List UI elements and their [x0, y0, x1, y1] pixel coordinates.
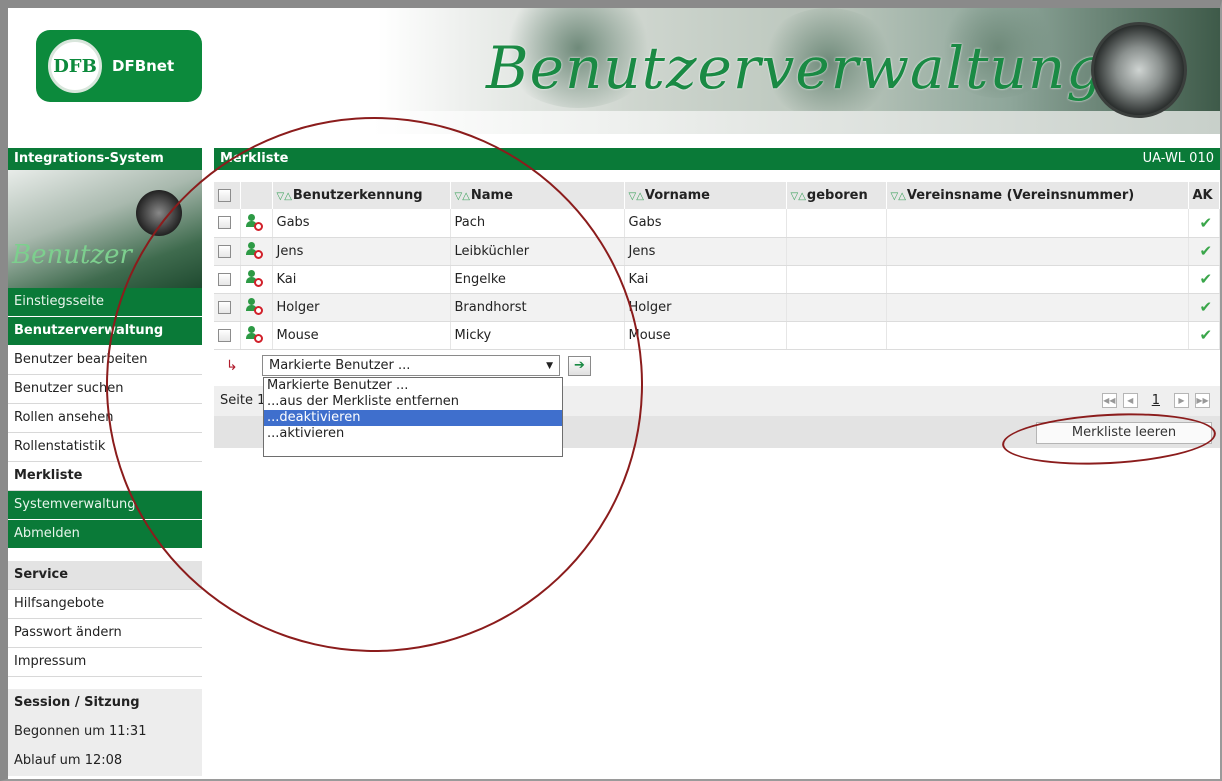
prev-page-icon[interactable]: ◀: [1122, 393, 1138, 408]
session-started: Begonnen um 11:31: [8, 718, 202, 747]
header-band: [8, 111, 1220, 134]
sort-icon[interactable]: ▽△: [791, 191, 806, 202]
cell-vorname: Kai: [624, 265, 787, 294]
session-expires: Ablauf um 12:08: [8, 747, 202, 776]
session-box: Session / Sitzung Begonnen um 11:31 Abla…: [8, 689, 202, 776]
cell-geboren: [786, 209, 887, 238]
session-heading: Session / Sitzung: [8, 689, 202, 718]
cell-verein: [886, 237, 1189, 266]
dfbnet-logo[interactable]: DFB DFBnet: [36, 30, 202, 102]
check-icon: ✔: [1199, 326, 1213, 344]
first-page-icon[interactable]: ◀◀: [1101, 393, 1117, 408]
logo-text: DFBnet: [112, 57, 175, 75]
page-code: UA-WL 010: [1142, 151, 1214, 166]
page-header: DFB DFBnet Benutzerverwaltung: [8, 8, 1220, 134]
sidebar-item-passwort-aendern[interactable]: Passwort ändern: [8, 619, 202, 648]
cell-verein: [886, 209, 1189, 238]
sidebar-photo-text: Benutzer: [12, 240, 132, 270]
cell-verein: [886, 265, 1189, 294]
check-icon: ✔: [1199, 298, 1213, 316]
cell-geboren: [786, 293, 887, 322]
col-header-geboren[interactable]: ▽△geboren: [786, 182, 887, 209]
cell-vorname: Jens: [624, 237, 787, 266]
last-page-icon[interactable]: ▶▶: [1195, 393, 1210, 408]
sort-icon[interactable]: ▽△: [891, 191, 906, 202]
cell-vorname: Mouse: [624, 321, 787, 350]
sidebar-heading: Integrations-System: [8, 148, 202, 170]
sidebar-item-impressum[interactable]: Impressum: [8, 648, 202, 677]
cell-verein: [886, 293, 1189, 322]
cell-verein: [886, 321, 1189, 350]
sort-icon[interactable]: ▽△: [629, 191, 644, 202]
safe-dial-icon: [1091, 22, 1187, 118]
page-number-link[interactable]: 1: [1152, 393, 1160, 408]
col-header-vorname[interactable]: ▽△Vorname: [624, 182, 787, 209]
col-header-ak[interactable]: AK: [1188, 182, 1220, 209]
cell-geboren: [786, 265, 887, 294]
dfb-emblem-icon: DFB: [48, 39, 102, 93]
check-icon: ✔: [1199, 242, 1213, 260]
page-banner-title: Benutzerverwaltung: [486, 34, 1105, 102]
sidebar-item-hilfsangebote[interactable]: Hilfsangebote: [8, 590, 202, 619]
check-icon: ✔: [1199, 270, 1213, 288]
col-header-vereinsname[interactable]: ▽△Vereinsname (Vereinsnummer): [886, 182, 1189, 209]
cell-vorname: Holger: [624, 293, 787, 322]
check-icon: ✔: [1199, 213, 1213, 232]
next-page-icon[interactable]: ▶: [1174, 393, 1189, 408]
cell-vorname: Gabs: [624, 209, 787, 238]
service-heading: Service: [8, 561, 202, 590]
cell-geboren: [786, 321, 887, 350]
pagination: ◀◀ ◀ 1 ▶ ▶▶: [1101, 393, 1214, 408]
cell-geboren: [786, 237, 887, 266]
